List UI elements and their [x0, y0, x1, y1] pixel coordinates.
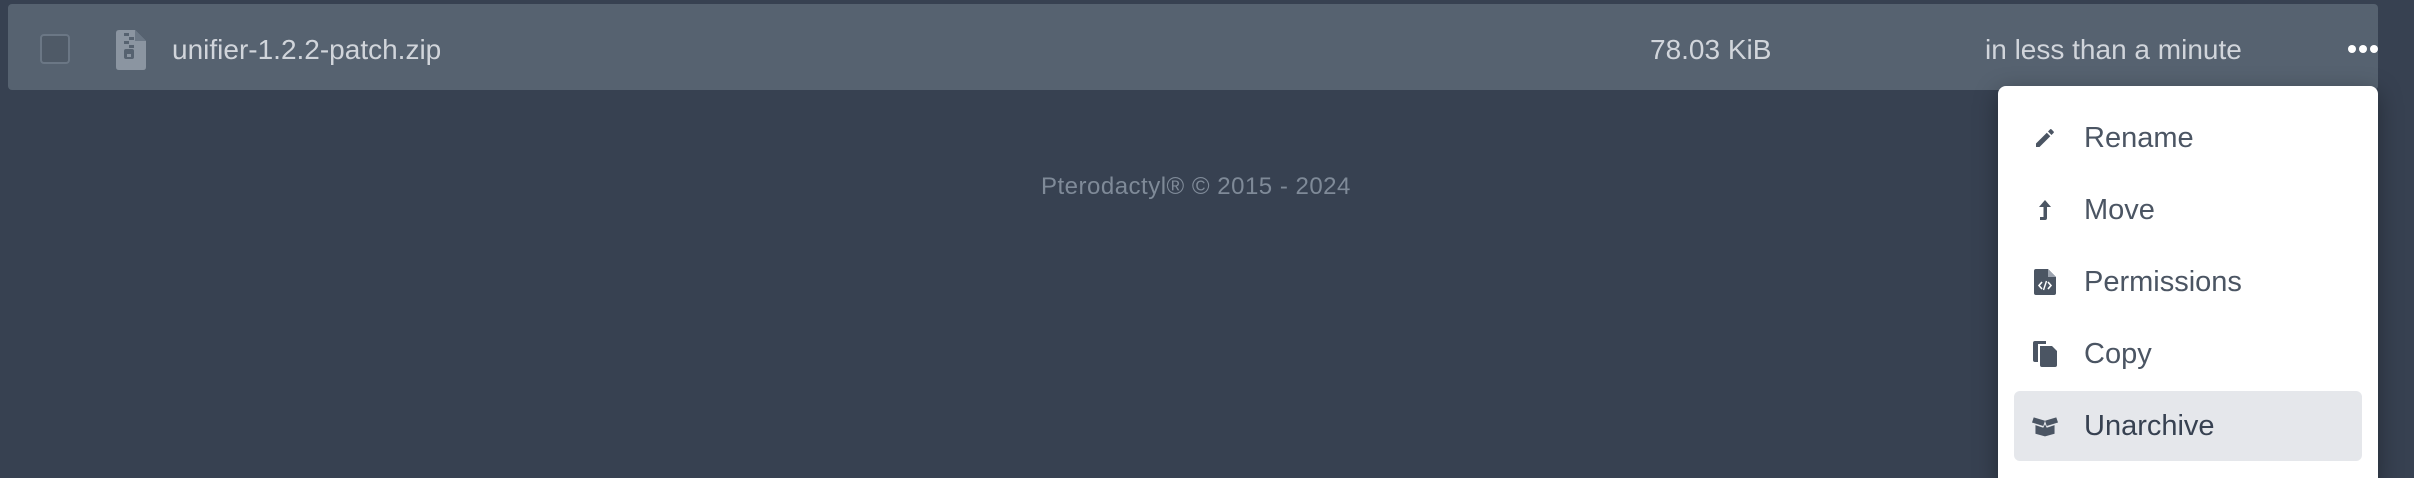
menu-item-label: Permissions: [2084, 266, 2242, 298]
file-context-menu: Rename Move Permissions Copy Unarchive: [1998, 86, 2378, 478]
ellipsis-icon: [2348, 45, 2378, 53]
menu-item-rename[interactable]: Rename: [2014, 103, 2362, 173]
copyright-text: Pterodactyl® © 2015 - 2024: [1041, 173, 1351, 200]
file-code-icon: [2032, 269, 2058, 295]
file-select-checkbox[interactable]: [40, 34, 70, 64]
menu-item-label: Copy: [2084, 338, 2152, 370]
menu-item-permissions[interactable]: Permissions: [2014, 247, 2362, 317]
file-name[interactable]: unifier-1.2.2-patch.zip: [172, 32, 441, 68]
menu-item-label: Move: [2084, 194, 2155, 226]
menu-item-unarchive[interactable]: Unarchive: [2014, 391, 2362, 461]
level-up-icon: [2032, 197, 2058, 223]
more-actions-button[interactable]: [2346, 34, 2380, 64]
box-open-icon: [2032, 413, 2058, 439]
menu-item-label: Rename: [2084, 122, 2194, 154]
file-archive-icon: [116, 30, 146, 70]
menu-item-move[interactable]: Move: [2014, 175, 2362, 245]
file-size: 78.03 KiB: [1650, 34, 1772, 65]
file-modified-time: in less than a minute: [1985, 34, 2242, 65]
pencil-icon: [2032, 125, 2058, 151]
menu-item-label: Unarchive: [2084, 410, 2215, 442]
file-row[interactable]: unifier-1.2.2-patch.zip 78.03 KiB in les…: [8, 4, 2378, 90]
copy-icon: [2032, 341, 2058, 367]
menu-item-copy[interactable]: Copy: [2014, 319, 2362, 389]
file-manager-page: unifier-1.2.2-patch.zip 78.03 KiB in les…: [0, 0, 2414, 478]
